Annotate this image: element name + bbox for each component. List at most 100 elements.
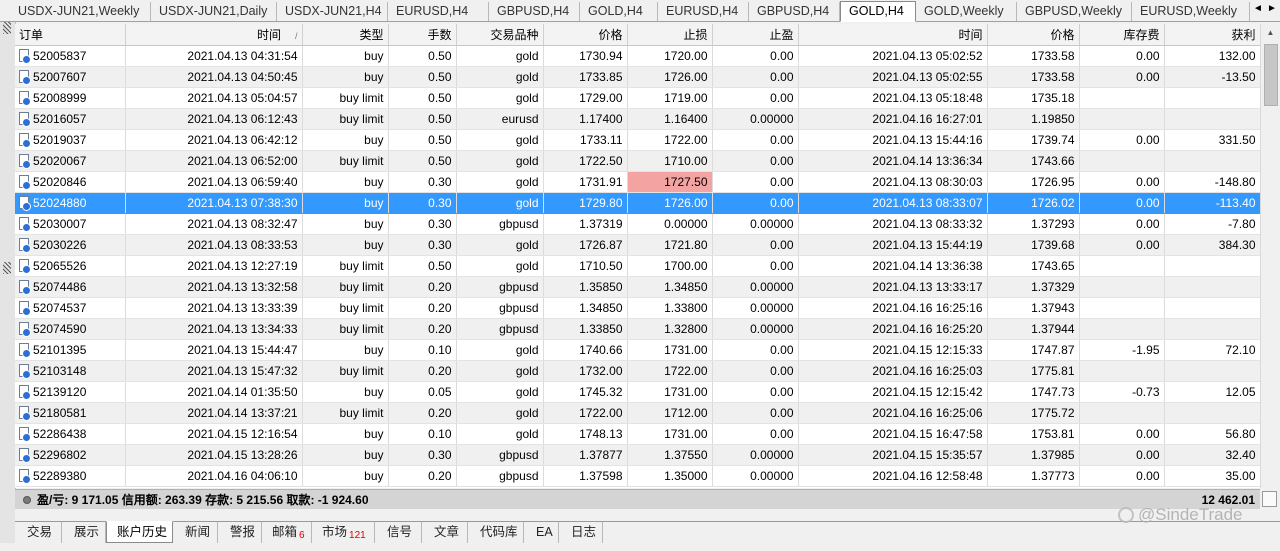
cell-lots: 0.50 <box>388 87 457 109</box>
cell-order: 52030226 <box>15 234 126 256</box>
terminal-tab-alerts[interactable]: 警报 <box>218 522 262 543</box>
cell-type: buy <box>302 45 389 67</box>
cell-open-time: 2021.04.13 15:44:47 <box>125 339 303 361</box>
terminal-tab-experts[interactable]: EA <box>524 522 559 543</box>
cell-open-price: 1.37877 <box>543 444 628 466</box>
chart-tab[interactable]: GBPUSD,H4 <box>489 2 580 21</box>
terminal-tab-signals[interactable]: 信号 <box>375 522 422 543</box>
table-row[interactable]: 52289380 2021.04.16 04:06:10 buy 0.20 gbpusd… <box>15 465 1260 487</box>
cell-close-price: 1775.72 <box>987 402 1080 424</box>
cell-profit: 384.30 <box>1164 234 1260 256</box>
terminal-tab-account-history[interactable]: 账户历史 <box>106 521 173 543</box>
cell-take-profit: 0.00000 <box>712 108 799 130</box>
column-header-profit[interactable]: 获利 <box>1164 24 1260 46</box>
chart-tab[interactable]: EURUSD,H4 <box>388 2 489 21</box>
column-header-close-time[interactable]: 时间 <box>798 24 988 46</box>
cell-open-price: 1740.66 <box>543 339 628 361</box>
cell-open-time: 2021.04.14 13:37:21 <box>125 402 303 424</box>
table-row[interactable]: 52020067 2021.04.13 06:52:00 buy limit 0.50… <box>15 150 1260 172</box>
cell-order: 52007607 <box>15 66 126 88</box>
table-row[interactable]: 52030007 2021.04.13 08:32:47 buy 0.30 gbpusd… <box>15 213 1260 235</box>
terminal-tab-code-base[interactable]: 代码库 <box>468 522 524 543</box>
tab-scroll-right-icon[interactable]: ► <box>1267 3 1277 14</box>
chart-tab-active[interactable]: GOLD,H4 <box>840 1 916 22</box>
cell-symbol: gold <box>456 234 544 256</box>
cell-close-time: 2021.04.16 16:25:06 <box>798 402 988 424</box>
column-header-symbol[interactable]: 交易品种 <box>456 24 544 46</box>
cell-lots: 0.50 <box>388 150 457 172</box>
table-row[interactable]: 52030226 2021.04.13 08:33:53 buy 0.30 gold 17… <box>15 234 1260 256</box>
chart-tab[interactable]: GOLD,Weekly <box>916 2 1017 21</box>
scroll-up-icon[interactable]: ▲ <box>1261 24 1280 41</box>
table-row[interactable]: 52296802 2021.04.15 13:28:26 buy 0.30 gbpusd… <box>15 444 1260 466</box>
table-row[interactable]: 52180581 2021.04.14 13:37:21 buy limit 0.20… <box>15 402 1260 424</box>
column-header-take-profit[interactable]: 止盈 <box>712 24 799 46</box>
order-number: 52101395 <box>33 343 87 357</box>
column-header-stop-loss[interactable]: 止损 <box>627 24 713 46</box>
chart-tab[interactable]: GBPUSD,Weekly <box>1017 2 1132 21</box>
cell-profit: 132.00 <box>1164 45 1260 67</box>
cell-type: buy <box>302 129 389 151</box>
cell-symbol: gold <box>456 381 544 403</box>
cell-close-time: 2021.04.13 08:33:32 <box>798 213 988 235</box>
table-row[interactable]: 52016057 2021.04.13 06:12:43 buy limit 0.50… <box>15 108 1260 130</box>
table-row[interactable]: 52065526 2021.04.13 12:27:19 buy limit 0.50… <box>15 255 1260 277</box>
chart-tab[interactable]: GBPUSD,H4 <box>749 2 840 21</box>
vertical-scrollbar[interactable]: ▲ <box>1260 24 1280 488</box>
table-row[interactable]: 52008999 2021.04.13 05:04:57 buy limit 0.50… <box>15 87 1260 109</box>
column-header-close-price[interactable]: 价格 <box>987 24 1080 46</box>
cell-take-profit: 0.00 <box>712 192 799 214</box>
column-header-open-time[interactable]: 时间 / <box>125 24 303 46</box>
column-header-type[interactable]: 类型 <box>302 24 389 46</box>
table-row[interactable]: 52074537 2021.04.13 13:33:39 buy limit 0.20… <box>15 297 1260 319</box>
cell-swap: -0.73 <box>1079 381 1165 403</box>
terminal-tab-journal[interactable]: 日志 <box>559 522 603 543</box>
cell-profit <box>1164 318 1260 340</box>
terminal-tab-mailbox[interactable]: 邮箱 6 <box>262 522 312 543</box>
cell-close-time: 2021.04.14 13:36:38 <box>798 255 988 277</box>
order-number: 52286438 <box>33 427 87 441</box>
grip-handle-icon[interactable] <box>3 262 11 274</box>
cell-stop-loss: 1721.80 <box>627 234 713 256</box>
table-row[interactable]: 52074486 2021.04.13 13:32:58 buy limit 0.20… <box>15 276 1260 298</box>
chart-tab[interactable]: USDX-JUN21,Daily <box>151 2 277 21</box>
column-header-open-price[interactable]: 价格 <box>543 24 628 46</box>
chart-tab[interactable]: GOLD,H4 <box>580 2 658 21</box>
table-row[interactable]: 52019037 2021.04.13 06:42:12 buy 0.50 gold 17… <box>15 129 1260 151</box>
terminal-tab-news[interactable]: 新闻 <box>173 522 218 543</box>
terminal-tab-market[interactable]: 市场 121 <box>312 522 375 543</box>
column-header-swap[interactable]: 库存费 <box>1079 24 1165 46</box>
table-row[interactable]: 52101395 2021.04.13 15:44:47 buy 0.10 gold 17… <box>15 339 1260 361</box>
cell-order: 52074537 <box>15 297 126 319</box>
table-row[interactable]: 52005837 2021.04.13 04:31:54 buy 0.50 gold 17… <box>15 45 1260 67</box>
order-number: 52074590 <box>33 322 87 336</box>
table-row[interactable]: 52007607 2021.04.13 04:50:45 buy 0.50 gold 17… <box>15 66 1260 88</box>
terminal-tab-exposure[interactable]: 展示 <box>62 522 106 543</box>
table-row[interactable]: 52103148 2021.04.13 15:47:32 buy limit 0.20… <box>15 360 1260 382</box>
terminal-tab-articles[interactable]: 文章 <box>422 522 468 543</box>
cell-take-profit: 0.00000 <box>712 465 799 487</box>
cell-take-profit: 0.00 <box>712 423 799 445</box>
cell-type: buy <box>302 381 389 403</box>
chart-tab[interactable]: EURUSD,H4 <box>658 2 749 21</box>
market-count-badge: 121 <box>349 530 366 541</box>
order-document-icon <box>19 469 31 484</box>
cell-type: buy limit <box>302 108 389 130</box>
terminal-tab-trade[interactable]: 交易 <box>15 522 62 543</box>
scrollbar-thumb[interactable] <box>1264 44 1278 106</box>
tab-scroll-left-icon[interactable]: ◄ <box>1253 3 1263 14</box>
chart-tab[interactable]: USDX-JUN21,Weekly <box>10 2 151 21</box>
summary-scroll-box <box>1260 489 1280 509</box>
grip-handle-icon[interactable] <box>3 22 11 34</box>
table-row[interactable]: 52139120 2021.04.14 01:35:50 buy 0.05 gold 17… <box>15 381 1260 403</box>
chart-tab[interactable]: USDX-JUN21,H4 <box>277 2 388 21</box>
scroll-box-icon[interactable] <box>1262 491 1277 507</box>
table-row[interactable]: 52286438 2021.04.15 12:16:54 buy 0.10 gold 17… <box>15 423 1260 445</box>
table-row[interactable]: 52074590 2021.04.13 13:34:33 buy limit 0.20… <box>15 318 1260 340</box>
chart-tab[interactable]: EURUSD,Weekly <box>1132 2 1250 21</box>
watermark-text: @SindeTrade <box>1138 505 1243 524</box>
table-row[interactable]: 52020846 2021.04.13 06:59:40 buy 0.30 gold 17… <box>15 171 1260 193</box>
column-header-lots[interactable]: 手数 <box>388 24 457 46</box>
table-row[interactable]: 52024880 2021.04.13 07:38:30 buy 0.30 gold 17… <box>15 192 1260 214</box>
column-header-order[interactable]: 订单 <box>15 24 126 46</box>
